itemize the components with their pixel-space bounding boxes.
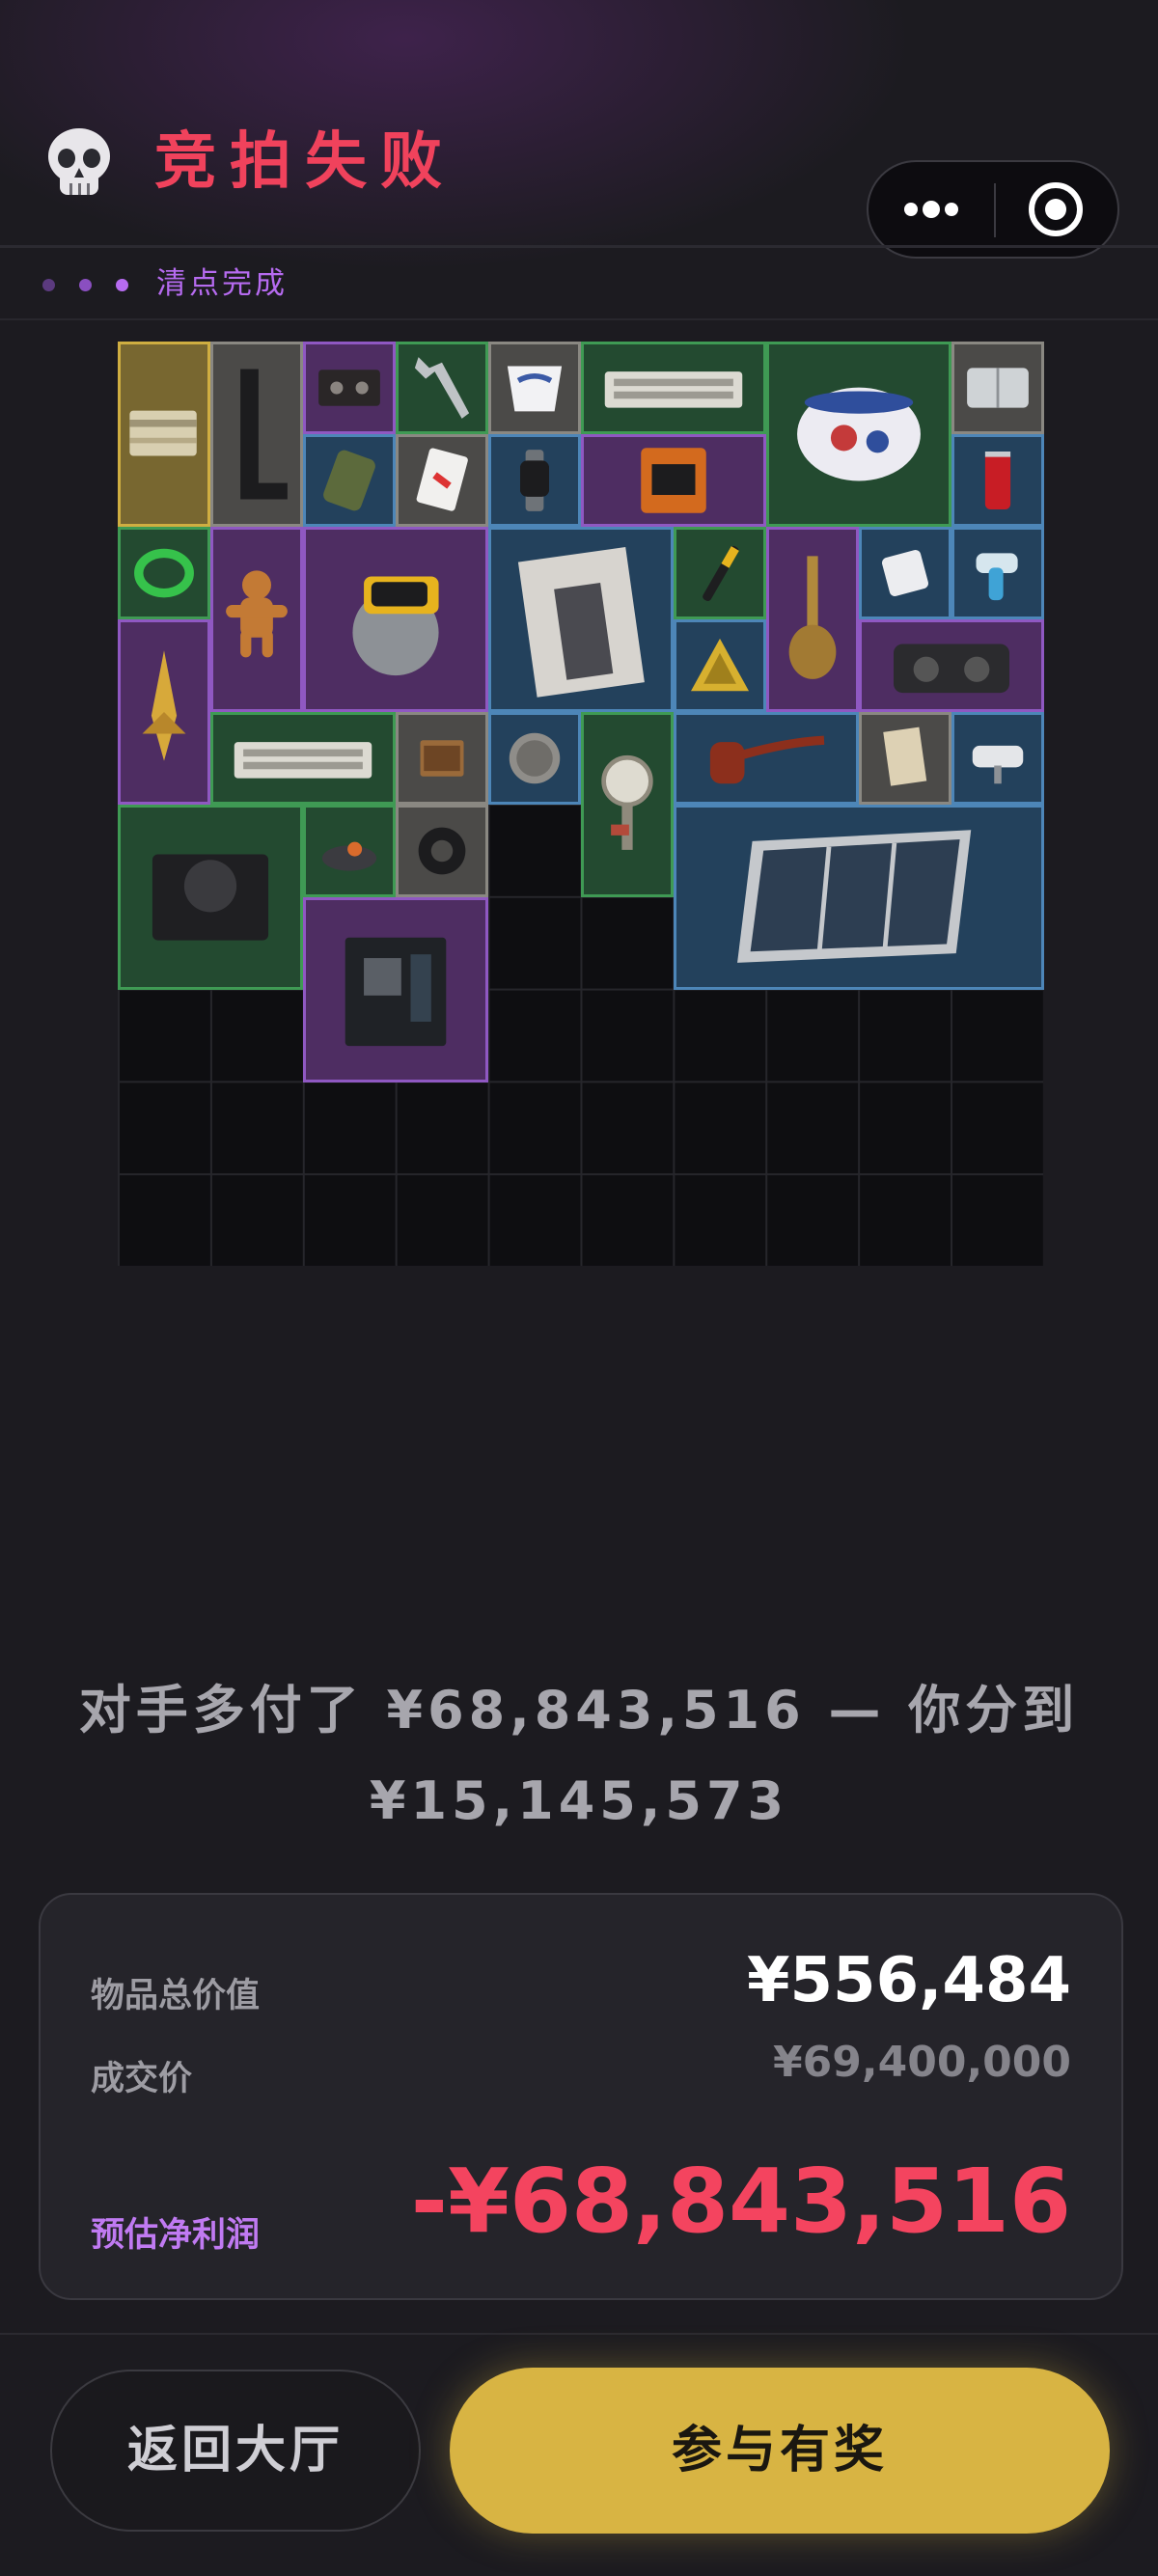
ration-pack-icon[interactable] (303, 434, 396, 527)
skull-icon (44, 127, 114, 201)
join-reward-button[interactable]: 参与有奖 (450, 2368, 1110, 2534)
gadget-icon[interactable] (303, 805, 396, 897)
net-profit-value: -¥68,843,516 (410, 2150, 1071, 2253)
cable-coil-icon[interactable] (118, 527, 210, 619)
l-bracket-icon[interactable] (210, 342, 303, 527)
porcelain-pot-icon[interactable] (766, 342, 951, 527)
matchbox-icon[interactable] (396, 712, 488, 805)
status-dot (42, 279, 55, 291)
miniprogram-capsule (867, 160, 1119, 259)
cash-bundle-icon[interactable] (118, 342, 210, 527)
gpu-box-icon[interactable] (581, 434, 766, 527)
status-dot (79, 279, 92, 291)
page-title: 竞拍失败 (154, 126, 455, 198)
cola-can-icon[interactable] (951, 434, 1044, 527)
status-dot (116, 279, 128, 291)
hookah-icon[interactable] (766, 527, 859, 712)
document-icon[interactable] (859, 712, 951, 805)
result-card: 物品总价值 ¥556,484 成交价 ¥69,400,000 预估净利润 -¥6… (39, 1893, 1123, 2300)
ornament-spear-icon[interactable] (118, 619, 210, 805)
coin-icon[interactable] (488, 712, 581, 805)
porcelain-cup-icon[interactable] (488, 342, 581, 434)
storage-box-icon[interactable] (951, 342, 1044, 434)
back-to-lobby-button[interactable]: 返回大厅 (50, 2370, 421, 2532)
boombox-icon[interactable] (859, 619, 1044, 712)
total-value-label: 物品总价值 (91, 1977, 261, 2015)
keyboard-icon[interactable] (210, 712, 396, 805)
solar-panel-icon[interactable] (674, 805, 1044, 990)
circular-saw-icon[interactable] (303, 527, 488, 712)
target-icon (1029, 182, 1083, 236)
summary-line-2: ¥15,145,573 (369, 1770, 789, 1831)
cassette-tape-icon[interactable] (303, 342, 396, 434)
status-text: 清点完成 (156, 266, 288, 301)
total-value: ¥556,484 (746, 1945, 1071, 2016)
header-divider (0, 245, 1158, 248)
wrench-icon[interactable] (396, 342, 488, 434)
more-options-button[interactable] (868, 162, 994, 257)
more-dots-icon (904, 201, 958, 218)
screwdriver-icon[interactable] (674, 527, 766, 619)
fashion-magazine-icon[interactable] (488, 527, 674, 712)
status-dots (42, 275, 139, 296)
warning-sign-icon[interactable] (674, 619, 766, 712)
playing-card-icon[interactable] (396, 434, 488, 527)
motherboard-icon[interactable] (303, 897, 488, 1082)
footer-divider (0, 2333, 1158, 2335)
deal-price-label: 成交价 (91, 2060, 193, 2098)
power-supply-icon[interactable] (118, 805, 303, 990)
gingerbread-man-icon[interactable] (210, 527, 303, 712)
status-divider (0, 318, 1158, 320)
close-miniprogram-button[interactable] (996, 162, 1119, 257)
result-summary: 对手多付了 ¥68,843,516 — 你分到 ¥15,145,573 (77, 1665, 1081, 1847)
pressure-gauge-icon[interactable] (581, 712, 674, 897)
net-profit-label: 预估净利润 (91, 2216, 261, 2255)
header: 竞拍失败 (0, 0, 1158, 259)
inventory-grid (118, 342, 1044, 1266)
battery-pack-icon[interactable] (859, 527, 951, 619)
keyboard-icon[interactable] (581, 342, 766, 434)
security-camera-icon[interactable] (951, 712, 1044, 805)
smartwatch-icon[interactable] (488, 434, 581, 527)
tobacco-pipe-icon[interactable] (674, 712, 859, 805)
summary-line-1: 对手多付了 ¥68,843,516 — 你分到 (78, 1680, 1080, 1740)
thermometer-icon[interactable] (951, 527, 1044, 619)
tape-roll-icon[interactable] (396, 805, 488, 897)
deal-price-value: ¥69,400,000 (773, 2038, 1071, 2087)
